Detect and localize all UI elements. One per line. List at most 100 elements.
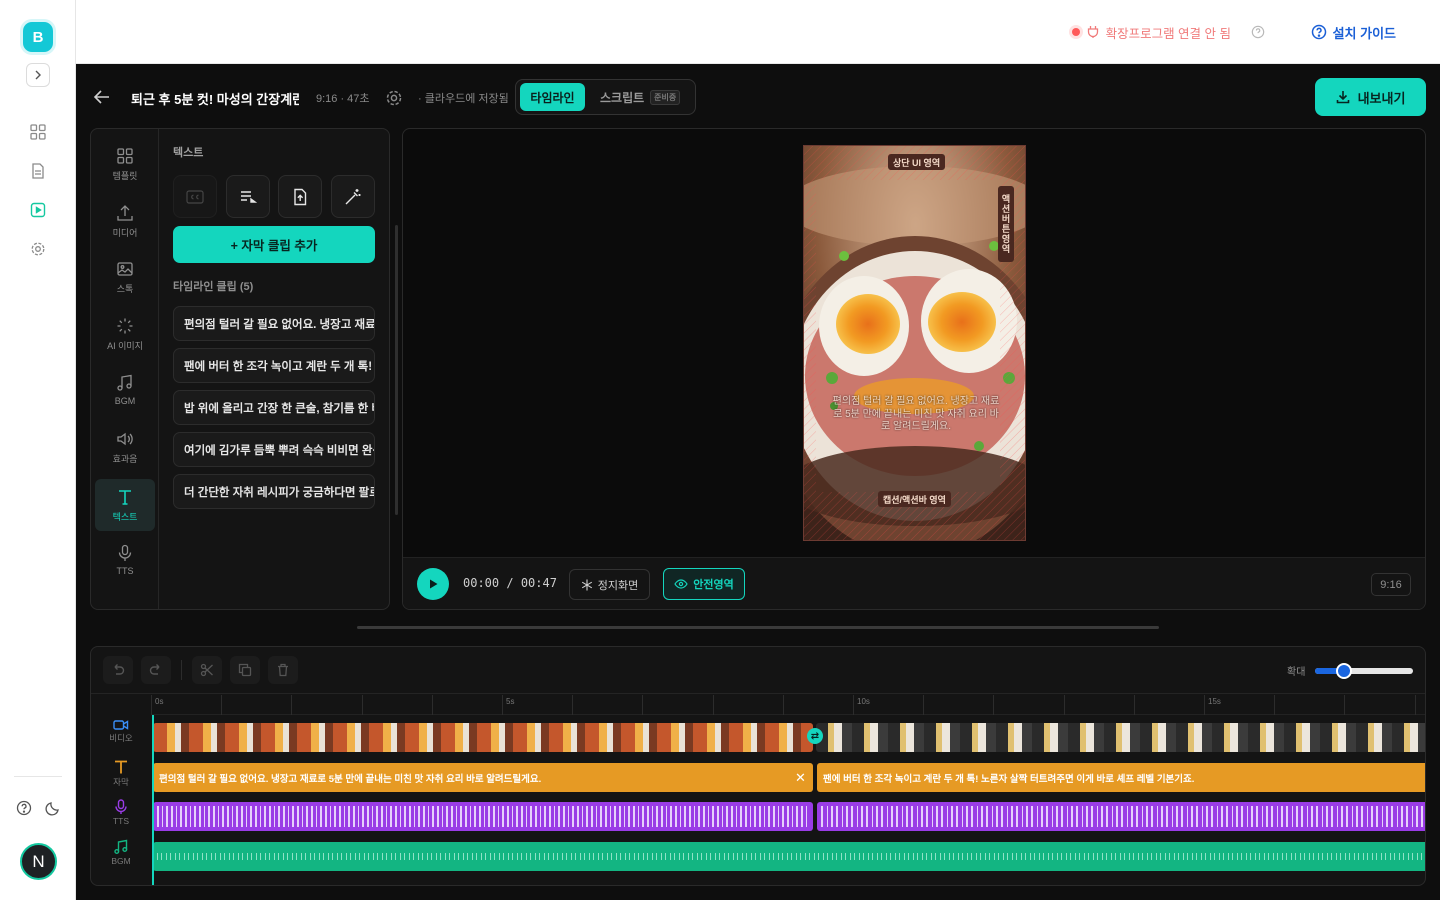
zoom-slider-thumb[interactable] <box>1336 663 1353 679</box>
ruler-tick <box>431 695 433 715</box>
track-labels: 비디오 자막 TTS BGM <box>91 715 151 885</box>
gear-icon <box>31 242 45 256</box>
tab-script[interactable]: 스크립트 준비중 <box>600 83 681 111</box>
delete-button[interactable] <box>268 656 298 684</box>
caption-overlay[interactable]: 편의점 털러 갈 필요 없어요. 냉장고 재료로 5분 만에 끝내는 미친 맛 … <box>832 396 1000 434</box>
time-ruler[interactable]: 0s 5s 10s 15s <box>151 695 1425 715</box>
ruler-label: 15s <box>1208 697 1221 706</box>
help-icon <box>16 800 32 816</box>
tool-template[interactable]: 템플릿 <box>95 138 155 190</box>
bgm-clip[interactable] <box>153 842 1425 871</box>
text-list-button[interactable] <box>226 175 270 218</box>
help-button[interactable] <box>13 797 35 819</box>
tool-sfx[interactable]: 효과음 <box>95 421 155 473</box>
panel-resize-handle[interactable] <box>357 626 1159 629</box>
preview-canvas[interactable]: 상단 UI 영역 액션버튼영역 편의점 털러 갈 필요 없어요. 냉장고 재료로… <box>803 145 1026 541</box>
panel-title: 텍스트 <box>173 147 204 159</box>
tool-label: BGM <box>114 396 136 406</box>
playback-controls: 00:00 / 00:47 정지화면 안전영역 9:16 <box>403 557 1425 609</box>
safe-area-toggle[interactable]: 안전영역 <box>663 568 745 600</box>
duplicate-button[interactable] <box>230 656 260 684</box>
install-guide-link[interactable]: 설치 가이드 <box>1311 22 1396 42</box>
rail-video-editor[interactable] <box>27 199 49 221</box>
toolbar-divider <box>181 660 182 680</box>
freeze-frame-button[interactable]: 정지화면 <box>569 569 650 600</box>
caption-clip-item[interactable]: 팬에 버터 한 조각 녹이고 계란 두 개 톡! 노른자 살짝 터트려주면 이게… <box>173 348 375 383</box>
video-camera-icon <box>113 720 129 730</box>
eye-icon <box>674 579 688 589</box>
video-preview: 상단 UI 영역 액션버튼영역 편의점 털러 갈 필요 없어요. 냉장고 재료로… <box>402 128 1426 610</box>
image-icon <box>117 261 133 276</box>
video-icon <box>30 202 46 218</box>
subtitle-clip[interactable]: 편의점 털러 갈 필요 없어요. 냉장고 재료로 5분 만에 끝내는 미친 맛 … <box>153 763 813 792</box>
mic-icon <box>115 799 127 814</box>
file-upload-icon <box>294 188 307 205</box>
project-settings-icon[interactable] <box>385 89 403 107</box>
ai-text-button[interactable] <box>331 175 375 218</box>
text-icon <box>115 760 127 774</box>
aspect-ratio-badge[interactable]: 9:16 <box>1371 573 1411 596</box>
tts-clip[interactable] <box>153 802 813 831</box>
expand-rail-button[interactable] <box>26 63 50 87</box>
grid-icon <box>30 124 46 140</box>
theme-toggle[interactable] <box>42 797 64 819</box>
tool-label: TTS <box>116 566 134 576</box>
playhead[interactable] <box>152 715 154 885</box>
ruler-tick <box>1274 695 1276 715</box>
music-icon <box>114 839 128 854</box>
zoom-label: 확대 <box>1287 667 1306 678</box>
extension-status-text: 확장프로그램 연결 안 됨 <box>1105 26 1231 41</box>
export-button[interactable]: 내보내기 <box>1315 78 1426 116</box>
panel-scrollbar[interactable] <box>395 225 398 515</box>
user-avatar[interactable]: N <box>20 843 57 880</box>
timeline-panel: 확대 0s 5s 10s 15s 비디오 자막 TTS BGM ⇄ 편의점 털러 갈 … <box>90 646 1426 886</box>
rail-documents[interactable] <box>27 160 49 182</box>
track-label-bgm: BGM <box>91 839 151 866</box>
app-logo[interactable]: B <box>23 22 53 52</box>
upload-icon <box>117 204 133 221</box>
speaker-icon <box>117 432 133 445</box>
track-label-text: 자막 <box>113 777 129 787</box>
play-button[interactable] <box>417 568 449 600</box>
undo-button[interactable] <box>103 656 133 684</box>
tab-timeline[interactable]: 타임라인 <box>520 83 585 111</box>
split-button[interactable] <box>192 656 222 684</box>
help-icon[interactable] <box>1251 25 1265 39</box>
subtitle-clip[interactable]: 팬에 버터 한 조각 녹이고 계란 두 개 톡! 노른자 살짝 터트려주면 이게… <box>817 763 1425 792</box>
tool-text[interactable]: 텍스트 <box>95 479 155 531</box>
help-circle-icon <box>1311 24 1326 40</box>
undo-icon <box>114 664 125 675</box>
tool-ai-image[interactable]: AI 이미지 <box>95 308 155 360</box>
tool-bgm[interactable]: BGM <box>95 364 155 416</box>
back-arrow-icon[interactable] <box>92 88 112 106</box>
tool-stock[interactable]: 스톡 <box>95 251 155 303</box>
ruler-tick <box>151 695 152 715</box>
rail-dashboard[interactable] <box>27 121 49 143</box>
ruler-tick <box>502 695 503 715</box>
ruler-tick <box>1204 695 1205 715</box>
add-caption-clip-button[interactable]: + 자막 클립 추가 <box>173 226 375 263</box>
tool-media[interactable]: 미디어 <box>95 195 155 247</box>
tts-clip[interactable] <box>817 802 1425 831</box>
tool-column: 템플릿 미디어 스톡 AI 이미지 BGM 효과음 텍스트 TTS <box>91 129 159 609</box>
caption-clip-item[interactable]: 여기에 김가루 듬뿍 뿌려 슥슥 비비면 완성! <box>173 432 375 467</box>
caption-style-button[interactable] <box>173 175 217 218</box>
asset-panel: 템플릿 미디어 스톡 AI 이미지 BGM 효과음 텍스트 TTS 텍스트 + … <box>90 128 398 610</box>
zoom-slider[interactable] <box>1315 663 1413 679</box>
rail-settings[interactable] <box>27 238 49 260</box>
caption-clip-item[interactable]: 편의점 털러 갈 필요 없어요. 냉장고 재료로 5분 만에 끝내는 미친 맛 … <box>173 306 375 341</box>
document-icon <box>32 163 44 179</box>
import-text-button[interactable] <box>278 175 322 218</box>
caption-clip-item[interactable]: 밥 위에 올리고 간장 한 큰술, 참기름 한 바퀴 둘러주세요. <box>173 390 375 425</box>
caption-clip-item[interactable]: 더 간단한 자취 레시피가 궁금하다면 팔로우! <box>173 474 375 509</box>
video-clip[interactable] <box>816 723 1425 752</box>
rail-divider <box>14 776 62 777</box>
video-clip[interactable] <box>153 723 813 752</box>
total-time: 00:47 <box>520 576 557 590</box>
transition-icon[interactable]: ⇄ <box>807 728 823 744</box>
subtitle-clip-text: 편의점 털러 갈 필요 없어요. 냉장고 재료로 5분 만에 끝내는 미친 맛 … <box>159 773 542 785</box>
redo-button[interactable] <box>141 656 171 684</box>
project-title[interactable]: 퇴근 후 5분 컷! 마성의 간장계란밥 <box>131 89 299 108</box>
close-icon[interactable]: ✕ <box>795 770 806 786</box>
tool-tts[interactable]: TTS <box>95 534 155 586</box>
